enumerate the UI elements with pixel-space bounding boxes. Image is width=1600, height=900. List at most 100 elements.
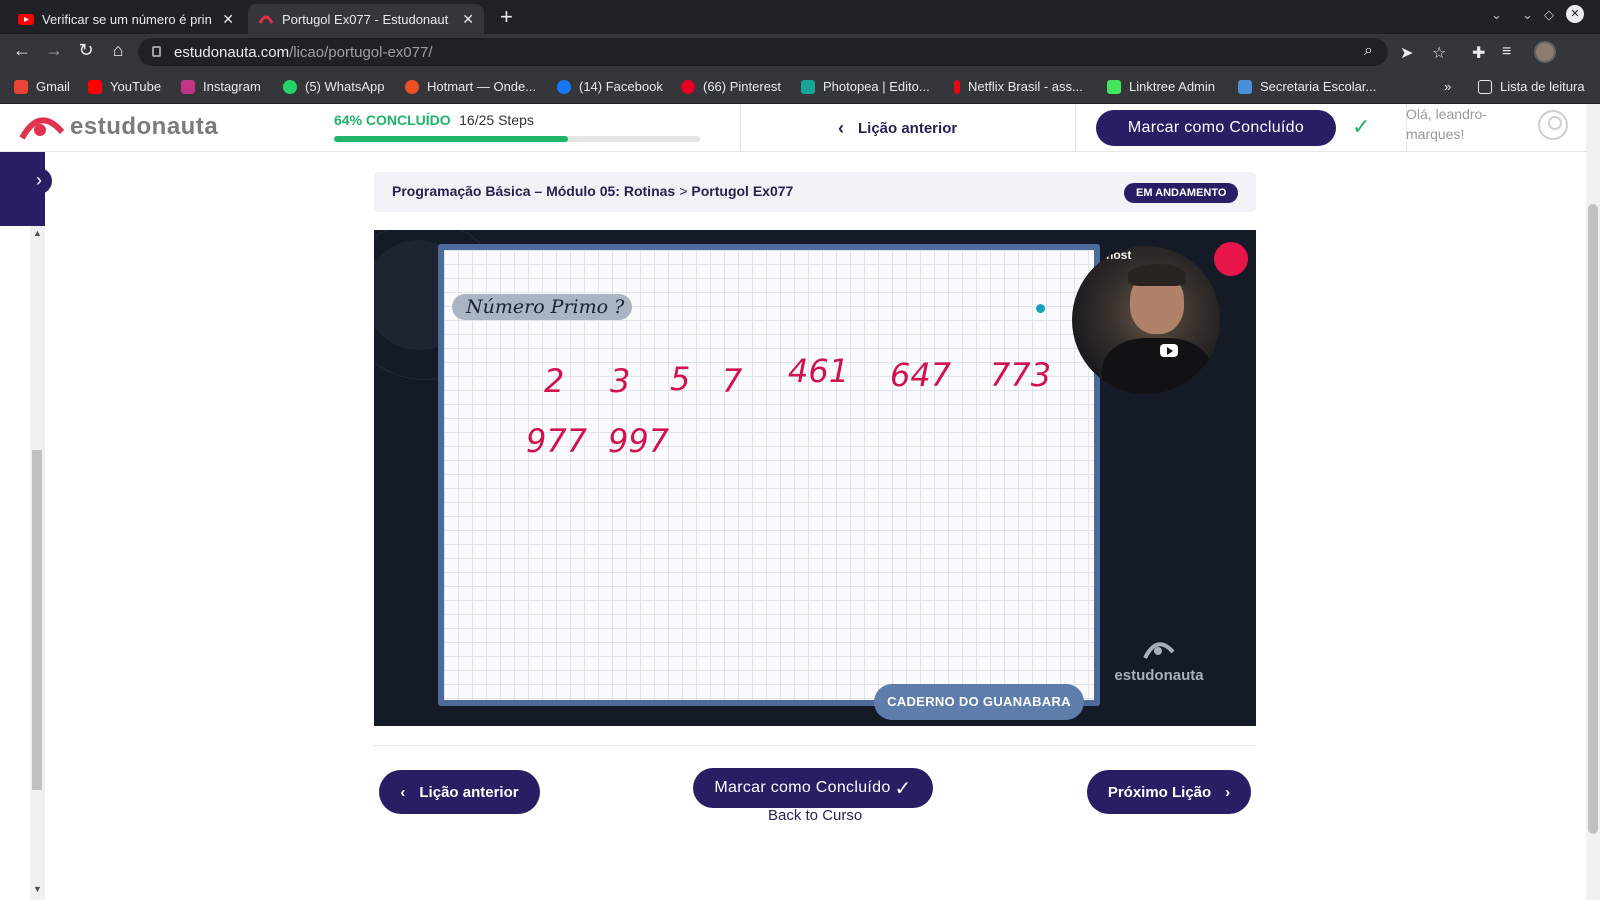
bookmarks-overflow-button[interactable]: » <box>1444 79 1451 94</box>
pinterest-icon <box>681 79 695 94</box>
linktree-icon <box>1107 79 1121 94</box>
scroll-down-icon[interactable]: ▼ <box>33 884 42 894</box>
prime-number: 3 <box>610 362 631 400</box>
scrollbar-thumb[interactable] <box>1588 204 1598 834</box>
bookmarks-bar: Gmail YouTube Instagram (5) WhatsApp Hot… <box>0 70 1600 104</box>
youtube-play-icon[interactable] <box>1160 344 1178 357</box>
bookmark-secretaria[interactable]: Secretaria Escolar... <box>1238 79 1376 94</box>
next-lesson-button[interactable]: Próximo Lição › <box>1087 770 1251 814</box>
progress-percent: 64% CONCLUÍDO <box>334 112 451 128</box>
secretaria-icon <box>1238 79 1252 94</box>
chevron-left-icon: ‹ <box>400 783 406 801</box>
breadcrumb-lesson[interactable]: Portugol Ex077 <box>691 183 793 199</box>
prime-number: 461 <box>788 352 850 390</box>
bookmark-netflix[interactable]: Netflix Brasil - ass... <box>954 79 1083 94</box>
prime-number: 7 <box>722 362 743 400</box>
youtube-icon <box>18 14 34 25</box>
header-divider <box>740 104 741 152</box>
prev-lesson-button[interactable]: ‹ Lição anterior <box>379 770 540 814</box>
forward-arrow-icon[interactable]: → <box>42 40 66 61</box>
scroll-up-icon[interactable]: ▲ <box>33 228 42 238</box>
pointer-dot <box>1036 304 1045 313</box>
record-indicator <box>1214 242 1248 276</box>
bookmark-facebook[interactable]: (14) Facebook <box>557 79 663 94</box>
bookmark-pinterest[interactable]: (66) Pinterest <box>681 79 781 94</box>
chevron-down-icon[interactable]: ⌄ <box>1491 7 1502 23</box>
prime-number: 5 <box>670 360 691 398</box>
chevron-right-icon: › <box>26 168 52 194</box>
prime-number: 647 <box>890 356 952 394</box>
logo-text: estudonauta <box>70 113 219 140</box>
browser-toolbar: ← → ↻ ⌂ estudonauta.com/licao/portugol-e… <box>0 34 1600 70</box>
check-icon: ✓ <box>894 777 912 800</box>
tab-title: Portugol Ex077 - Estudonaut <box>282 11 449 27</box>
browser-tab-estudonauta[interactable]: Portugol Ex077 - Estudonaut ✕ <box>248 4 484 34</box>
presenter-body <box>1102 338 1212 394</box>
content-divider <box>374 745 1256 746</box>
close-tab-icon[interactable]: ✕ <box>222 11 234 28</box>
estudonauta-logo[interactable]: estudonauta <box>18 112 218 142</box>
address-bar[interactable]: estudonauta.com/licao/portugol-ex077/ ⌕ <box>138 38 1388 66</box>
user-greeting: Olá, leandro-marques! <box>1406 106 1487 142</box>
instagram-icon <box>181 79 195 94</box>
lesson-video-player[interactable]: Número Primo ? 2 3 5 7 461 647 773 977 9… <box>374 230 1256 726</box>
browser-tab-youtube[interactable]: Verificar se um número é prin ✕ <box>8 4 244 34</box>
scrollbar-thumb[interactable] <box>32 450 42 790</box>
bookmark-youtube[interactable]: YouTube <box>88 79 161 94</box>
home-icon[interactable]: ⌂ <box>106 40 130 61</box>
bookmark-linktree[interactable]: Linktree Admin <box>1107 79 1215 94</box>
close-tab-icon[interactable]: ✕ <box>462 11 474 28</box>
bookmark-whatsapp[interactable]: (5) WhatsApp <box>283 79 384 94</box>
breadcrumb: Programação Básica – Módulo 05: Rotinas >… <box>374 172 1256 212</box>
window-close-icon[interactable]: ✕ <box>1566 5 1584 23</box>
reload-icon[interactable]: ↻ <box>74 40 98 61</box>
gmail-icon <box>14 79 28 94</box>
presenter-hair <box>1128 264 1186 286</box>
back-arrow-icon[interactable]: ← <box>10 40 34 61</box>
chevron-right-icon: › <box>1225 783 1231 801</box>
maximize-icon[interactable]: ◇ <box>1544 7 1554 23</box>
bookmark-star-icon[interactable]: ☆ <box>1432 43 1446 63</box>
header-divider <box>1075 104 1076 152</box>
progress-bar <box>334 136 700 142</box>
progress-bar-fill <box>334 136 569 142</box>
media-control-icon[interactable]: ≡ <box>1502 43 1511 61</box>
estudonauta-icon <box>258 15 274 24</box>
reading-list-button[interactable]: Lista de leitura <box>1478 79 1585 94</box>
tab-title: Verificar se um número é prin <box>42 11 212 27</box>
photopea-icon <box>801 79 815 94</box>
lock-icon <box>152 46 161 57</box>
extensions-icon[interactable]: ✚ <box>1472 43 1485 63</box>
video-watermark: estudonauta <box>1104 638 1214 684</box>
sidebar-scrollbar[interactable]: ▲ ▼ <box>30 226 45 900</box>
back-to-course-link[interactable]: Back to Curso <box>768 807 862 824</box>
page-scrollbar[interactable] <box>1586 104 1600 900</box>
astronaut-logo-icon <box>19 117 65 140</box>
new-tab-icon[interactable]: + <box>500 4 513 30</box>
header-prev-lesson-link[interactable]: ‹ Lição anterior <box>838 118 957 139</box>
bookmark-gmail[interactable]: Gmail <box>14 79 70 94</box>
youtube-icon <box>88 79 102 94</box>
zoom-icon[interactable]: ⌕ <box>1364 42 1373 60</box>
whiteboard-grid: Número Primo ? 2 3 5 7 461 647 773 977 9… <box>444 250 1094 700</box>
profile-avatar[interactable] <box>1534 41 1556 63</box>
browser-tab-bar: Verificar se um número é prin ✕ Portugol… <box>0 0 1600 34</box>
header-mark-complete-button[interactable]: Marcar como Concluído <box>1096 110 1336 146</box>
site-header: estudonauta 64% CONCLUÍDO 16/25 Steps ‹ … <box>0 104 1586 152</box>
minimize-icon[interactable]: ⌄ <box>1522 7 1533 23</box>
prime-number: 977 <box>526 422 588 460</box>
facebook-icon <box>557 79 571 94</box>
mark-complete-button[interactable]: Marcar como Concluído ✓ <box>693 768 933 808</box>
astronaut-logo-icon <box>1143 642 1175 659</box>
whiteboard: Número Primo ? 2 3 5 7 461 647 773 977 9… <box>438 244 1100 706</box>
url-text: estudonauta.com/licao/portugol-ex077/ <box>174 44 433 61</box>
breadcrumb-course-link[interactable]: Programação Básica – Módulo 05: Rotinas <box>392 183 675 199</box>
status-badge: EM ANDAMENTO <box>1124 183 1239 203</box>
bookmark-instagram[interactable]: Instagram <box>181 79 261 94</box>
prime-number: 773 <box>990 356 1052 394</box>
send-icon[interactable]: ➤ <box>1400 43 1413 63</box>
user-avatar-icon[interactable] <box>1538 110 1568 140</box>
sidebar-toggle[interactable]: › <box>0 152 52 226</box>
bookmark-hotmart[interactable]: Hotmart — Onde... <box>405 79 536 94</box>
bookmark-photopea[interactable]: Photopea | Edito... <box>801 79 930 94</box>
